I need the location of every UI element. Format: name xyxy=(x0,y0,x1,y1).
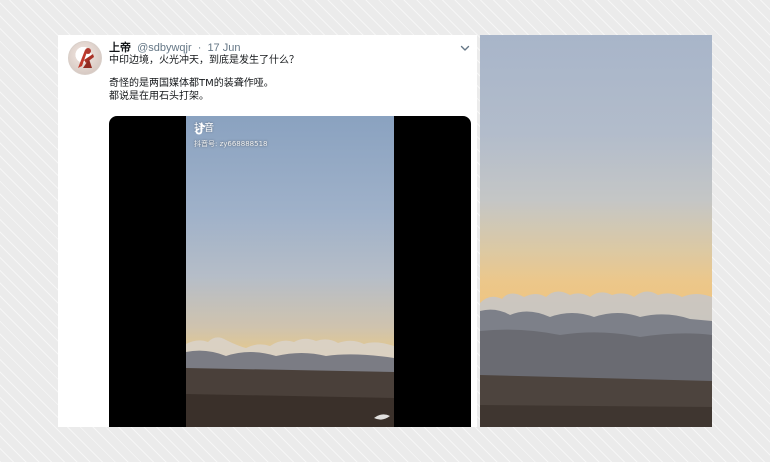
zoomed-mountain-landscape xyxy=(480,291,712,427)
video-frame: 抖音 抖音号: zy668888518 xyxy=(186,116,394,427)
tweet-header: 上帝 @sdbywqjr · 17 Jun xyxy=(109,41,449,55)
tweet-text-line: 奇怪的是两国媒体都TM的装聋作哑。 xyxy=(109,78,274,89)
tiktok-watermark: 抖音 xyxy=(194,122,214,136)
display-name[interactable]: 上帝 xyxy=(109,41,131,54)
zoomed-video-frame xyxy=(480,35,712,427)
user-handle[interactable]: @sdbywqjr xyxy=(137,42,192,54)
tweet-date[interactable]: 17 Jun xyxy=(207,42,240,54)
tweet-text-line: 都说是在用石头打架。 xyxy=(109,91,209,102)
tweet-text: 中印边境，火光冲天，到底是发生了什么？ 奇怪的是两国媒体都TM的装聋作哑。 都说… xyxy=(109,54,439,103)
separator-dot: · xyxy=(197,42,202,54)
mountain-landscape xyxy=(186,337,394,427)
video-player[interactable]: 抖音 抖音号: zy668888518 xyxy=(109,116,471,427)
tiktok-user-id: 抖音号: zy668888518 xyxy=(194,140,268,148)
tweet-text-line: 中印边境，火光冲天，到底是发生了什么？ xyxy=(109,55,299,66)
tiktok-logo-icon xyxy=(195,123,205,135)
chevron-down-icon[interactable] xyxy=(459,41,471,53)
avatar[interactable] xyxy=(68,41,102,75)
tweet-card: 上帝 @sdbywqjr · 17 Jun 中印边境，火光冲天，到底是发生了什么… xyxy=(58,35,477,427)
